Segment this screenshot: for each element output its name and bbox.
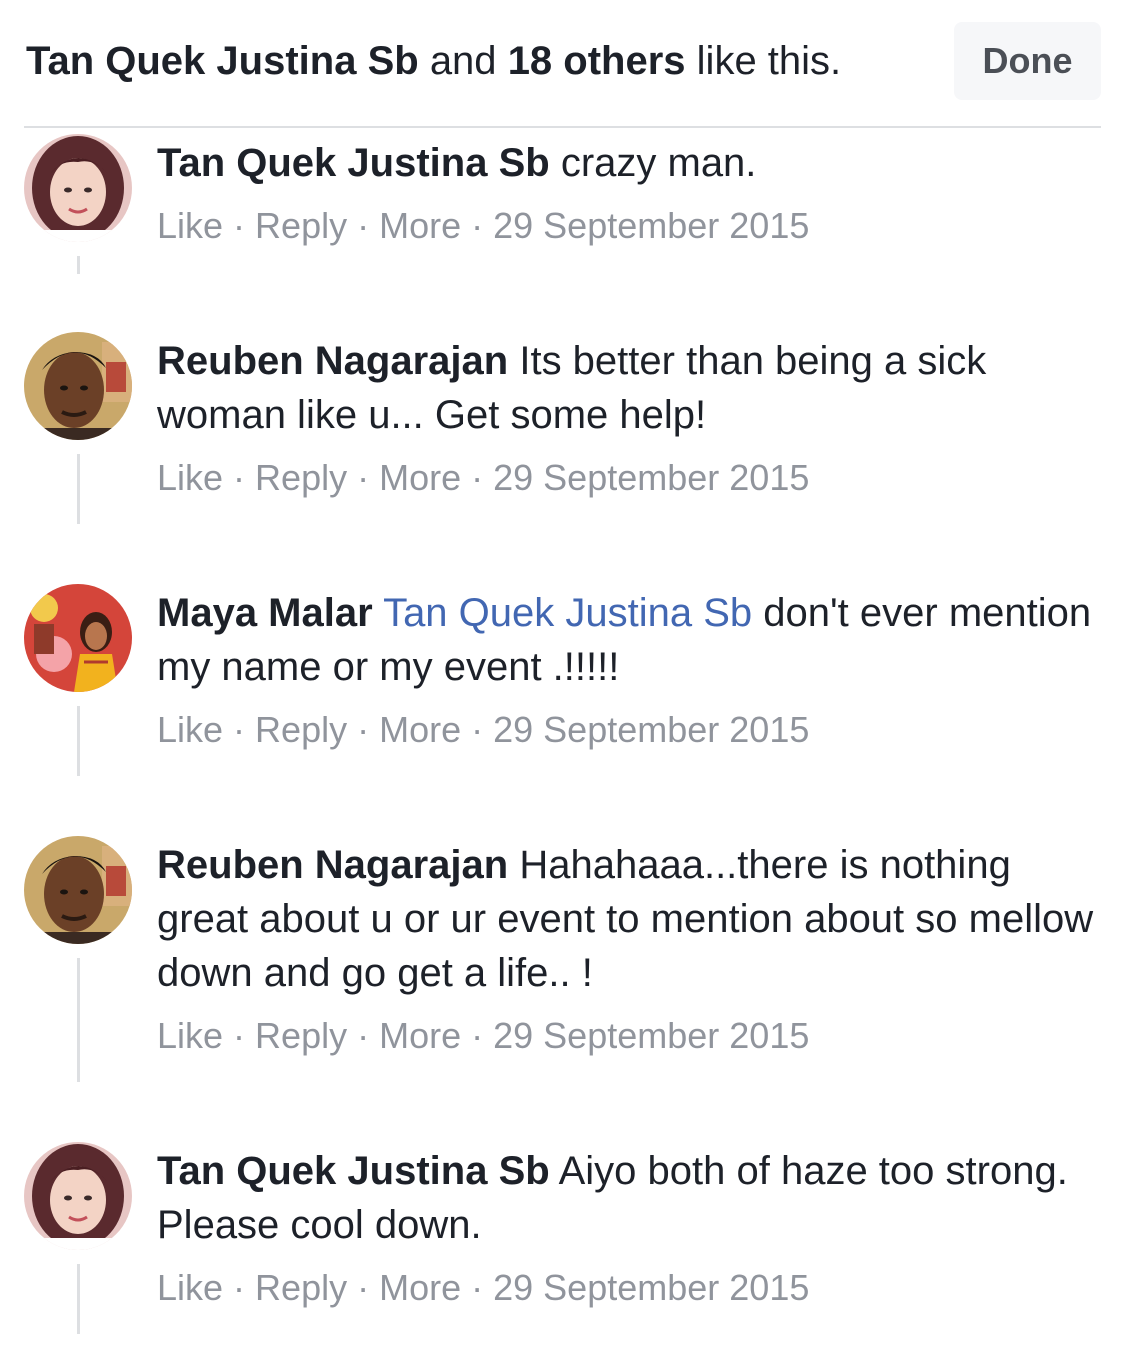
more-link[interactable]: More (379, 709, 461, 750)
comment-actions: Like · Reply · More · 29 September 2015 (157, 456, 809, 500)
comment-date[interactable]: 29 September 2015 (493, 1267, 809, 1308)
and-text: and (429, 39, 497, 83)
more-link[interactable]: More (379, 1267, 461, 1308)
comment-actions: Like · Reply · More · 29 September 2015 (157, 1266, 809, 1310)
comment-author[interactable]: Maya Malar (157, 591, 373, 635)
like-link[interactable]: Like (157, 1267, 223, 1308)
reply-link[interactable]: Reply (255, 709, 347, 750)
comment-text-block: Maya Malar Tan Quek Justina Sb don't eve… (157, 586, 1097, 694)
separator-dot: · (357, 457, 370, 498)
more-link[interactable]: More (379, 205, 461, 246)
separator-dot: · (357, 1015, 370, 1056)
avatar-woman-icon (24, 134, 132, 242)
separator-dot: · (233, 709, 246, 750)
mentioned-user-link[interactable]: Tan Quek Justina Sb (383, 591, 752, 635)
separator-dot: · (357, 205, 370, 246)
comment-author[interactable]: Reuben Nagarajan (157, 843, 508, 887)
reply-link[interactable]: Reply (255, 457, 347, 498)
comment-date[interactable]: 29 September 2015 (493, 709, 809, 750)
comment-text-block: Tan Quek Justina Sb crazy man. (157, 136, 1097, 190)
separator-dot: · (471, 205, 484, 246)
like-link[interactable]: Like (157, 709, 223, 750)
thread-line (77, 454, 80, 524)
comment-text: crazy man. (560, 141, 757, 185)
reply-link[interactable]: Reply (255, 205, 347, 246)
reply-link[interactable]: Reply (255, 1267, 347, 1308)
reply-link[interactable]: Reply (255, 1015, 347, 1056)
comment-actions: Like · Reply · More · 29 September 2015 (157, 204, 809, 248)
likes-summary[interactable]: Tan Quek Justina Sb and 18 others like t… (26, 36, 841, 86)
avatar-man-icon (24, 836, 132, 944)
avatar[interactable] (24, 836, 132, 944)
done-button[interactable]: Done (954, 22, 1101, 100)
separator-dot: · (233, 457, 246, 498)
comment-actions: Like · Reply · More · 29 September 2015 (157, 1014, 809, 1058)
separator-dot: · (233, 1015, 246, 1056)
others-count[interactable]: 18 others (508, 39, 686, 83)
like-this-text: like this. (696, 39, 842, 83)
thread-line (77, 958, 80, 1082)
avatar[interactable] (24, 332, 132, 440)
avatar[interactable] (24, 134, 132, 242)
avatar[interactable] (24, 1142, 132, 1250)
like-link[interactable]: Like (157, 205, 223, 246)
comment-text-block: Reuben Nagarajan Its better than being a… (157, 334, 1097, 442)
comment-date[interactable]: 29 September 2015 (493, 205, 809, 246)
separator-dot: · (357, 709, 370, 750)
more-link[interactable]: More (379, 1015, 461, 1056)
like-link[interactable]: Like (157, 1015, 223, 1056)
thread-line (77, 706, 80, 776)
separator-dot: · (471, 1267, 484, 1308)
thread-line (77, 256, 80, 274)
like-link[interactable]: Like (157, 457, 223, 498)
comment-author[interactable]: Tan Quek Justina Sb (157, 141, 550, 185)
separator-dot: · (233, 205, 246, 246)
more-link[interactable]: More (379, 457, 461, 498)
comment-author[interactable]: Reuben Nagarajan (157, 339, 508, 383)
separator-dot: · (471, 457, 484, 498)
avatar-woman-event-icon (24, 584, 132, 692)
comment-actions: Like · Reply · More · 29 September 2015 (157, 708, 809, 752)
comment-date[interactable]: 29 September 2015 (493, 457, 809, 498)
comment-text-block: Tan Quek Justina Sb Aiyo both of haze to… (157, 1144, 1097, 1252)
comment-author[interactable]: Tan Quek Justina Sb (157, 1149, 550, 1193)
header-divider (24, 126, 1101, 128)
comment-date[interactable]: 29 September 2015 (493, 1015, 809, 1056)
avatar-man-icon (24, 332, 132, 440)
separator-dot: · (471, 1015, 484, 1056)
comment-text-block: Reuben Nagarajan Hahahaaa...there is not… (157, 838, 1097, 1000)
thread-line (77, 1264, 80, 1334)
avatar[interactable] (24, 584, 132, 692)
separator-dot: · (471, 709, 484, 750)
avatar-woman-icon (24, 1142, 132, 1250)
first-liker-name[interactable]: Tan Quek Justina Sb (26, 39, 419, 83)
likes-header: Tan Quek Justina Sb and 18 others like t… (0, 0, 1125, 128)
separator-dot: · (357, 1267, 370, 1308)
separator-dot: · (233, 1267, 246, 1308)
